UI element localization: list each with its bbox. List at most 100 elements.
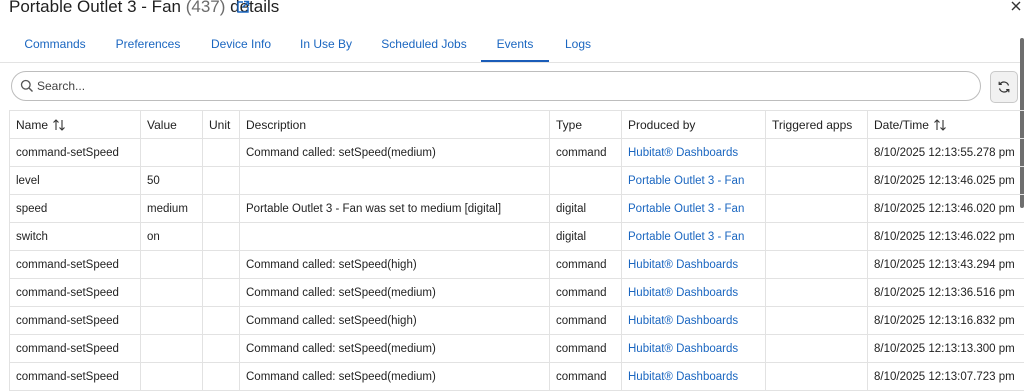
cell-triggered-apps	[766, 307, 868, 335]
table-row: command-setSpeed Command called: setSpeed…	[10, 139, 1024, 167]
tab-bar: Commands Preferences Device Info In Use …	[0, 30, 1024, 63]
cell-type: command	[550, 279, 622, 307]
cell-triggered-apps	[766, 251, 868, 279]
column-header-unit[interactable]: Unit	[203, 111, 240, 139]
cell-type: command	[550, 335, 622, 363]
cell-triggered-apps	[766, 195, 868, 223]
column-header-name[interactable]: Name	[10, 111, 141, 139]
column-header-triggered-apps[interactable]: Triggered apps	[766, 111, 868, 139]
table-row: speedmedium Portable Outlet 3 - Fan was s…	[10, 195, 1024, 223]
cell-date-time: 8/10/2025 12:13:13.300 pm	[868, 335, 1024, 363]
cell-name: switch	[10, 223, 141, 251]
cell-produced-by[interactable]: Hubitat® Dashboards	[622, 279, 766, 307]
table-row: level50 Portable Outlet 3 - Fan 8/10/2025 …	[10, 167, 1024, 195]
cell-description: Command called: setSpeed(medium)	[240, 335, 550, 363]
column-header-description[interactable]: Description	[240, 111, 550, 139]
cell-description: Command called: setSpeed(medium)	[240, 139, 550, 167]
tab-device-info[interactable]: Device Info	[201, 30, 281, 61]
cell-value: 50	[141, 167, 203, 195]
cell-triggered-apps	[766, 167, 868, 195]
cell-unit	[203, 363, 240, 391]
cell-value	[141, 251, 203, 279]
tab-preferences[interactable]: Preferences	[107, 30, 189, 61]
cell-description: Command called: setSpeed(medium)	[240, 279, 550, 307]
cell-triggered-apps	[766, 223, 868, 251]
table-row: command-setSpeed Command called: setSpeed…	[10, 363, 1024, 391]
cell-unit	[203, 139, 240, 167]
cell-type: command	[550, 139, 622, 167]
tab-logs[interactable]: Logs	[556, 30, 600, 61]
cell-type: digital	[550, 195, 622, 223]
cell-type: digital	[550, 223, 622, 251]
cell-name: command-setSpeed	[10, 335, 141, 363]
column-header-date-time[interactable]: Date/Time	[868, 111, 1024, 139]
cell-value	[141, 139, 203, 167]
cell-produced-by[interactable]: Hubitat® Dashboards	[622, 251, 766, 279]
cell-produced-by[interactable]: Hubitat® Dashboards	[622, 307, 766, 335]
cell-type	[550, 167, 622, 195]
close-icon[interactable]	[1009, 0, 1023, 13]
sort-icon[interactable]	[933, 119, 947, 131]
column-header-value[interactable]: Value	[141, 111, 203, 139]
cell-description	[240, 167, 550, 195]
cell-type: command	[550, 251, 622, 279]
cell-unit	[203, 279, 240, 307]
cell-triggered-apps	[766, 279, 868, 307]
cell-value: on	[141, 223, 203, 251]
search-icon	[20, 79, 34, 93]
cell-description: Command called: setSpeed(medium)	[240, 363, 550, 391]
cell-produced-by[interactable]: Portable Outlet 3 - Fan	[622, 223, 766, 251]
refresh-icon	[997, 80, 1011, 94]
cell-unit	[203, 167, 240, 195]
cell-date-time: 8/10/2025 12:13:36.516 pm	[868, 279, 1024, 307]
search-input[interactable]	[37, 76, 957, 96]
cell-produced-by[interactable]: Hubitat® Dashboards	[622, 335, 766, 363]
cell-unit	[203, 307, 240, 335]
cell-name: command-setSpeed	[10, 251, 141, 279]
dialog-header: Portable Outlet 3 - Fan (437) details	[0, 0, 1024, 18]
tab-in-use-by[interactable]: In Use By	[292, 30, 360, 61]
device-id: (437)	[186, 0, 226, 16]
cell-type: command	[550, 307, 622, 335]
cell-name: command-setSpeed	[10, 139, 141, 167]
cell-name: speed	[10, 195, 141, 223]
cell-name: command-setSpeed	[10, 363, 141, 391]
column-header-produced-by[interactable]: Produced by	[622, 111, 766, 139]
cell-produced-by[interactable]: Portable Outlet 3 - Fan	[622, 167, 766, 195]
cell-triggered-apps	[766, 335, 868, 363]
cell-produced-by[interactable]: Hubitat® Dashboards	[622, 139, 766, 167]
table-row: switchon digitalPortable Outlet 3 - Fan 8/…	[10, 223, 1024, 251]
cell-unit	[203, 195, 240, 223]
cell-name: command-setSpeed	[10, 307, 141, 335]
cell-date-time: 8/10/2025 12:13:46.022 pm	[868, 223, 1024, 251]
cell-unit	[203, 223, 240, 251]
cell-date-time: 8/10/2025 12:13:07.723 pm	[868, 363, 1024, 391]
cell-name: level	[10, 167, 141, 195]
tab-events[interactable]: Events	[481, 30, 549, 62]
cell-description: Portable Outlet 3 - Fan was set to mediu…	[240, 195, 550, 223]
cell-triggered-apps	[766, 363, 868, 391]
refresh-button[interactable]	[990, 71, 1018, 103]
table-row: command-setSpeed Command called: setSpeed…	[10, 335, 1024, 363]
cell-value	[141, 307, 203, 335]
tab-scheduled-jobs[interactable]: Scheduled Jobs	[372, 30, 476, 61]
cell-date-time: 8/10/2025 12:13:16.832 pm	[868, 307, 1024, 335]
table-row: command-setSpeedCommand called: setSpeed…	[10, 251, 1024, 279]
tab-commands[interactable]: Commands	[15, 30, 95, 61]
cell-date-time: 8/10/2025 12:13:46.025 pm	[868, 167, 1024, 195]
cell-value	[141, 279, 203, 307]
column-header-type[interactable]: Type	[550, 111, 622, 139]
cell-value	[141, 335, 203, 363]
device-name: Portable Outlet 3 - Fan	[9, 0, 181, 16]
cell-type: command	[550, 363, 622, 391]
external-link-icon[interactable]	[236, 0, 250, 14]
cell-name: command-setSpeed	[10, 279, 141, 307]
column-label: Date/Time	[874, 118, 929, 132]
events-table: Name Value Unit Description Type Produce…	[9, 110, 1024, 391]
cell-value: medium	[141, 195, 203, 223]
sort-icon[interactable]	[52, 119, 66, 131]
cell-produced-by[interactable]: Hubitat® Dashboards	[622, 363, 766, 391]
column-label: Name	[16, 118, 48, 132]
cell-date-time: 8/10/2025 12:13:46.020 pm	[868, 195, 1024, 223]
cell-produced-by[interactable]: Portable Outlet 3 - Fan	[622, 195, 766, 223]
